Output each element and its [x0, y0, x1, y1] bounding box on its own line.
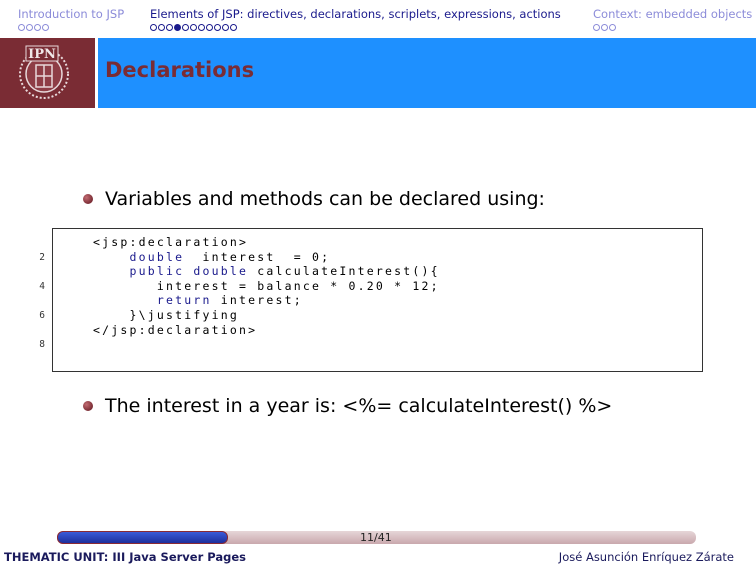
nav-dot[interactable] [230, 23, 237, 31]
nav-dot[interactable] [198, 23, 205, 31]
bullet-icon [83, 194, 93, 204]
nav-dot[interactable] [42, 23, 49, 31]
code-line: double interest = 0; [129, 249, 331, 264]
bullet-icon [83, 401, 93, 411]
code-line: interest = balance * 0.20 * 12; [93, 278, 440, 293]
nav-dot[interactable] [34, 23, 41, 31]
code-line-number: 4 [39, 280, 45, 292]
nav-section-dots [18, 23, 124, 31]
nav-section-introduction[interactable]: Introduction to JSP [18, 7, 124, 31]
nav-section-dots [150, 23, 561, 31]
bullet-text: Variables and methods can be declared us… [105, 188, 545, 210]
code-line: }\justifying [93, 308, 239, 322]
nav-dot[interactable] [182, 23, 189, 31]
nav-section-context[interactable]: Context: embedded objects [593, 7, 752, 31]
code-line: return interest; [156, 293, 303, 308]
nav-dot[interactable] [593, 23, 600, 31]
nav-section-label[interactable]: Introduction to JSP [18, 7, 124, 21]
nav-section-label[interactable]: Elements of JSP: directives, declaration… [150, 7, 561, 21]
code-line-number: 2 [39, 251, 45, 263]
code-line-number: 6 [39, 310, 45, 321]
logo-text: IPN [28, 47, 56, 62]
section-navigation: Introduction to JSP Elements of JSP: dir… [0, 0, 756, 38]
nav-dot[interactable] [222, 23, 229, 31]
nav-dot[interactable] [26, 23, 33, 31]
nav-dot[interactable] [150, 23, 157, 31]
nav-dot[interactable] [601, 23, 608, 31]
nav-dot[interactable] [18, 23, 25, 31]
code-line: </jsp:declaration> [93, 322, 258, 337]
bullet-item: Variables and methods can be declared us… [83, 188, 545, 210]
footer-author: José Asunción Enríquez Zárate [558, 550, 734, 564]
code-listing: <jsp:declaration> 2 double interest = 0; … [39, 228, 703, 372]
nav-dot[interactable] [190, 23, 197, 31]
progress-fill [57, 531, 229, 544]
footer-unit-title: THEMATIC UNIT: III Java Server Pages [4, 550, 247, 564]
nav-section-label[interactable]: Context: embedded objects [593, 7, 752, 21]
page-number: 11/41 [360, 531, 392, 544]
logo-separator [95, 38, 98, 108]
bullet-item: The interest in a year is: <%= calculate… [83, 395, 612, 417]
code-line-number: 8 [39, 339, 45, 351]
institution-logo: IPN [0, 38, 95, 108]
bullet-text: The interest in a year is: <%= calculate… [105, 395, 613, 417]
nav-section-dots [593, 23, 752, 31]
nav-dot[interactable] [158, 23, 165, 31]
nav-dot[interactable] [206, 23, 213, 31]
nav-dot-current[interactable] [174, 23, 181, 31]
ipn-logo-icon: IPN [0, 38, 95, 108]
code-line: <jsp:declaration> [93, 235, 249, 249]
nav-dot[interactable] [609, 23, 616, 31]
code-line: public double calculateInterest(){ [129, 264, 440, 279]
frame-title: Declarations [105, 58, 255, 82]
nav-dot[interactable] [214, 23, 221, 31]
nav-dot[interactable] [166, 23, 173, 31]
nav-section-elements[interactable]: Elements of JSP: directives, declaration… [150, 7, 561, 31]
